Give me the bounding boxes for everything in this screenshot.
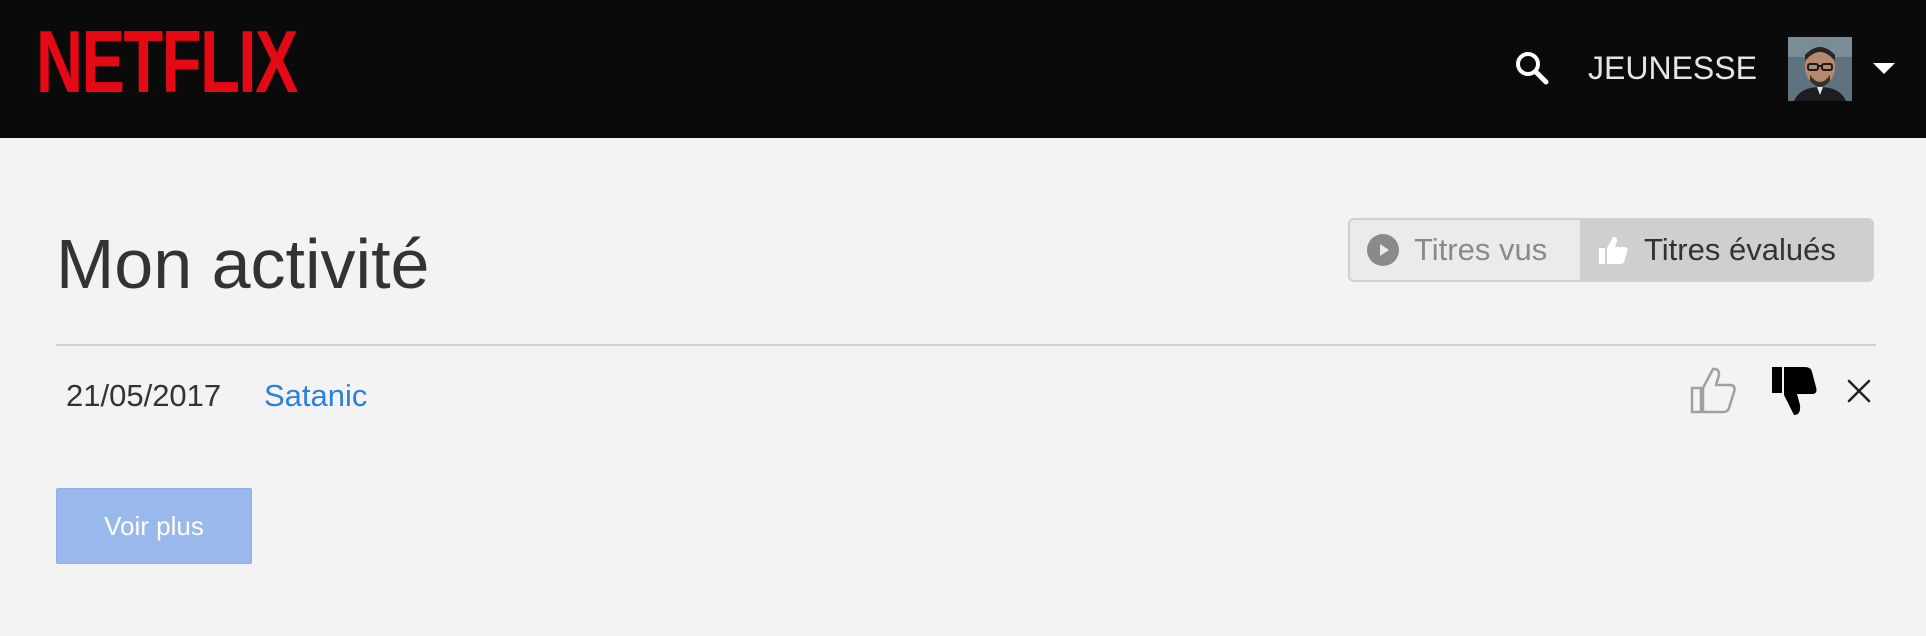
thumbs-up-icon[interactable] xyxy=(1688,364,1738,416)
tab-rated-label: Titres évalués xyxy=(1644,232,1836,267)
netflix-logo[interactable]: NETFLIX xyxy=(36,18,298,106)
search-icon[interactable] xyxy=(1514,50,1550,86)
play-icon xyxy=(1367,234,1399,266)
tab-rated-titles[interactable]: Titres évalués xyxy=(1582,220,1872,280)
caret-down-icon[interactable] xyxy=(1873,63,1895,74)
activity-date: 21/05/2017 xyxy=(66,378,222,413)
activity-title-link[interactable]: Satanic xyxy=(264,376,367,416)
thumbs-up-icon xyxy=(1599,236,1628,264)
profile-name[interactable]: JEUNESSE xyxy=(1588,48,1757,88)
see-more-button[interactable]: Voir plus xyxy=(56,488,252,564)
header-divider xyxy=(56,344,1876,346)
tab-viewed-titles[interactable]: Titres vus xyxy=(1350,220,1582,280)
tab-viewed-label: Titres vus xyxy=(1414,232,1548,267)
avatar[interactable] xyxy=(1788,37,1852,101)
thumbs-down-icon[interactable] xyxy=(1768,364,1818,418)
page-title: Mon activité xyxy=(56,225,430,303)
close-icon[interactable] xyxy=(1846,378,1872,404)
activity-view-toggle: Titres vus Titres évalués xyxy=(1348,218,1874,282)
top-bar: NETFLIX JEUNESSE xyxy=(0,0,1926,138)
avatar-image xyxy=(1788,37,1852,101)
